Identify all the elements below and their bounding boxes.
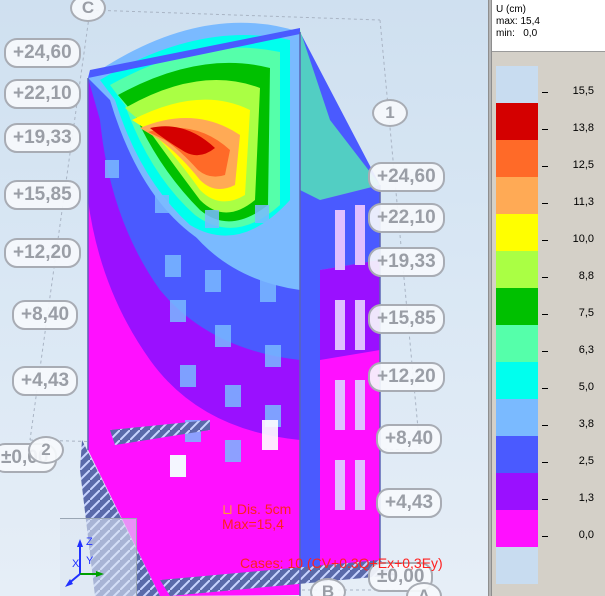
legend-value: 10,0 (572, 233, 594, 245)
legend-value: 0,0 (578, 529, 594, 541)
legend-swatch (496, 399, 538, 436)
legend-value: 11,3 (573, 196, 594, 208)
legend-max-label: max: (496, 16, 518, 27)
level-marker-left: +4,43 (12, 366, 79, 396)
legend-swatch (496, 547, 538, 584)
legend-header: U (cm) max: 15,4 min: 0,0 (492, 0, 605, 52)
legend-value: 5,0 (578, 381, 594, 393)
legend-swatch (496, 251, 538, 288)
legend-swatch (496, 140, 538, 177)
legend-tick (542, 92, 548, 93)
level-marker-left: +12,20 (4, 238, 81, 268)
legend-max-value: 15,4 (520, 16, 540, 27)
3d-viewport[interactable]: +24,60 +22,10 +19,33 +15,85 +12,20 +8,40… (0, 0, 488, 596)
triad-icon: Z Y X (65, 536, 104, 587)
legend-value: 8,8 (578, 270, 594, 282)
level-marker-right: +19,33 (368, 247, 445, 277)
level-marker-right: +4,43 (376, 488, 443, 518)
legend-swatch (496, 436, 538, 473)
triad-z-label: Z (86, 536, 93, 548)
load-case-label: Cases: 10 (CV+0.3Q+Ex+0,3Ey) (240, 555, 443, 571)
level-marker-left: +19,33 (4, 123, 81, 153)
legend-swatch (496, 362, 538, 399)
axis-triad[interactable]: Z Y X (60, 518, 137, 596)
level-marker-right: +22,10 (368, 203, 445, 233)
level-marker-left: +15,85 (4, 180, 81, 210)
legend-tick (542, 388, 548, 389)
legend-tick (542, 240, 548, 241)
legend-swatch (496, 66, 538, 103)
level-marker-left: +24,60 (4, 38, 81, 68)
legend-value: 15,5 (572, 85, 594, 97)
display-max: Max=15,4 (222, 516, 284, 532)
level-marker-right: +8,40 (376, 424, 443, 454)
legend-swatch (496, 214, 538, 251)
legend-value: 1,3 (578, 492, 594, 504)
legend-value: 3,8 (578, 418, 594, 430)
legend-scale: 15,5 13,8 12,5 11,3 10,0 8,8 7,5 6,3 5,0 3,8 2,5 1,… (492, 56, 605, 596)
legend-panel: U (cm) max: 15,4 min: 0,0 15,5 13,8 12,5 11… (492, 0, 605, 596)
legend-value: 6,3 (578, 344, 594, 356)
level-marker-right: +15,85 (368, 304, 445, 334)
axis-bubble-2: 2 (28, 436, 64, 464)
legend-swatch (496, 473, 538, 510)
legend-color-bar (496, 66, 538, 584)
legend-swatch (496, 177, 538, 214)
display-scale-icon: ⊔ (222, 501, 233, 517)
legend-tick (542, 351, 548, 352)
display-scale: Dis. 5cm (236, 501, 292, 517)
level-marker-left: +8,40 (12, 300, 79, 330)
legend-value: 2,5 (578, 455, 594, 467)
triad-x-label: X (72, 558, 80, 570)
level-marker-right: +24,60 (368, 162, 445, 192)
level-marker-right: +12,20 (368, 362, 445, 392)
axis-bubble-1: 1 (372, 99, 408, 127)
legend-title: U (cm) (496, 4, 526, 15)
legend-min-value: 0,0 (523, 28, 538, 39)
legend-min-label: min: (496, 28, 515, 39)
display-info: ⊔ Dis. 5cm Max=15,4 (222, 502, 291, 532)
legend-tick (542, 425, 548, 426)
legend-swatch (496, 103, 538, 140)
legend-value: 12,5 (572, 159, 594, 171)
legend-tick (542, 166, 548, 167)
legend-swatch (496, 325, 538, 362)
legend-tick (542, 129, 548, 130)
legend-tick (542, 499, 548, 500)
legend-tick (542, 462, 548, 463)
legend-tick (542, 203, 548, 204)
level-marker-left: +22,10 (4, 79, 81, 109)
triad-y-label: Y (86, 555, 94, 567)
legend-tick (542, 536, 548, 537)
legend-swatch (496, 510, 538, 547)
legend-value: 13,8 (572, 122, 594, 134)
legend-tick (542, 277, 548, 278)
legend-value: 7,5 (578, 307, 594, 319)
legend-tick (542, 314, 548, 315)
legend-swatch (496, 288, 538, 325)
